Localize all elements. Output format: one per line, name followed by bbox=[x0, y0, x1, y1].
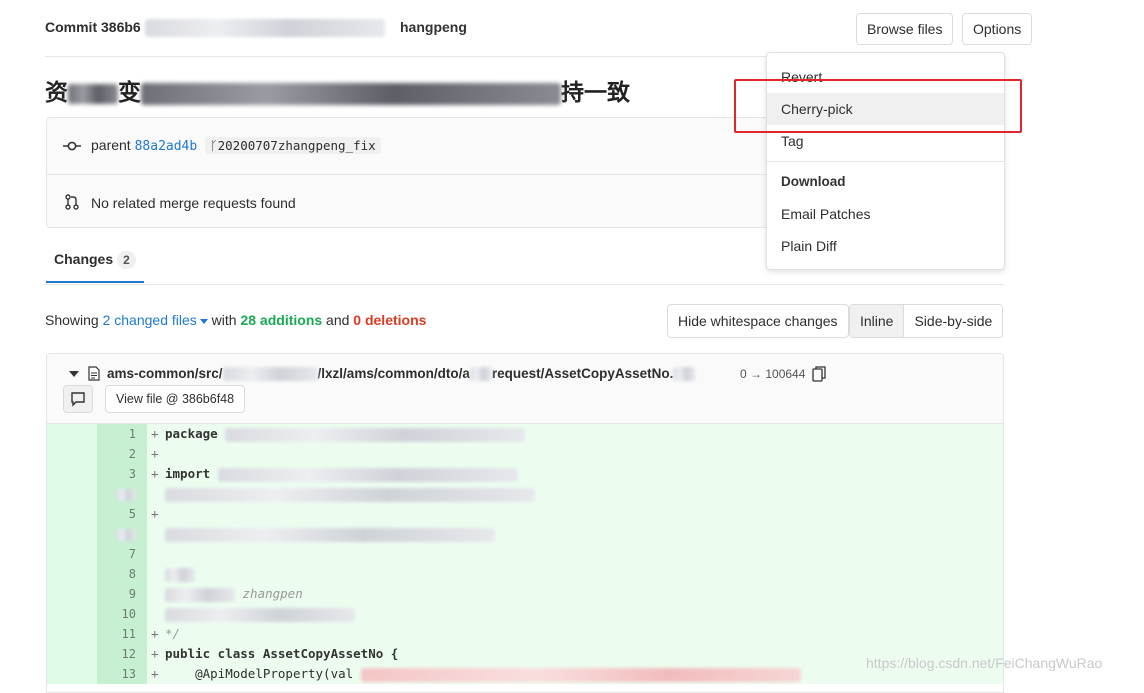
diff-code: 1 + package 2 + 3 + import 5 + 7 8 9 zhangpen … bbox=[47, 424, 1003, 684]
branch-icon: ᚴ bbox=[210, 138, 218, 153]
side-by-side-view-button[interactable]: Side-by-side bbox=[904, 305, 1003, 337]
code-line: 9 zhangpen bbox=[47, 584, 1003, 604]
deletions-count: 0 deletions bbox=[353, 312, 427, 328]
merge-request-icon bbox=[65, 194, 79, 210]
parent-info: parent 88a2ad4b ᚴ20200707zhangpeng_fix bbox=[91, 137, 381, 154]
file-mode-change: 0 → 100644 bbox=[740, 367, 806, 381]
collapse-toggle-icon[interactable] bbox=[69, 371, 79, 377]
menu-item-plain-diff[interactable]: Plain Diff bbox=[767, 230, 1004, 262]
view-file-button[interactable]: View file @ 386b6f48 bbox=[105, 385, 246, 413]
toggle-comments-button[interactable] bbox=[63, 385, 93, 413]
branch-tag[interactable]: ᚴ20200707zhangpeng_fix bbox=[205, 137, 381, 154]
highlight-annotation bbox=[734, 79, 1022, 133]
hide-whitespace-button[interactable]: Hide whitespace changes bbox=[667, 304, 849, 338]
diff-summary: Showing 2 changed files with 28 addition… bbox=[45, 312, 427, 328]
code-line bbox=[47, 524, 1003, 544]
tab-changes[interactable]: Changes 2 bbox=[46, 242, 144, 283]
diff-view-toggle: Inline Side-by-side bbox=[849, 304, 1004, 338]
changed-files-dropdown[interactable]: 2 changed files bbox=[103, 312, 208, 328]
options-button[interactable]: Options bbox=[962, 13, 1033, 63]
code-line: 3 + import bbox=[47, 464, 1003, 484]
file-path[interactable]: ams-common/src//lxzl/ams/common/dto/a req… bbox=[107, 366, 696, 382]
additions-count: 28 additions bbox=[240, 312, 323, 328]
code-line: 5 + bbox=[47, 504, 1003, 524]
commit-icon bbox=[63, 141, 81, 151]
menu-header-download: Download bbox=[781, 174, 846, 189]
menu-item-email-patches[interactable]: Email Patches bbox=[767, 198, 1004, 230]
commit-title: 资变持一致 bbox=[45, 79, 630, 105]
no-merge-requests-text: No related merge requests found bbox=[91, 195, 296, 211]
changes-count-badge: 2 bbox=[117, 251, 136, 269]
file-icon bbox=[88, 366, 100, 381]
commit-author[interactable]: hangpeng bbox=[400, 19, 467, 35]
code-line: 12 + public class AssetCopyAssetNo { bbox=[47, 644, 1003, 664]
code-line: 10 bbox=[47, 604, 1003, 624]
code-line bbox=[47, 484, 1003, 504]
code-line: 8 bbox=[47, 564, 1003, 584]
code-line: 13 + @ApiModelProperty(val bbox=[47, 664, 1003, 684]
file-header: ams-common/src//lxzl/ams/common/dto/a req… bbox=[47, 354, 1003, 424]
watermark: https://blog.csdn.net/FeiChangWuRao bbox=[866, 655, 1103, 671]
code-line: 2 + bbox=[47, 444, 1003, 464]
file-diff: ams-common/src//lxzl/ams/common/dto/a req… bbox=[46, 353, 1004, 693]
comment-icon bbox=[71, 392, 85, 407]
code-line: 7 bbox=[47, 544, 1003, 564]
code-line: 1 + package bbox=[47, 424, 1003, 444]
copy-icon[interactable] bbox=[812, 366, 826, 382]
menu-divider bbox=[767, 161, 1004, 162]
chevron-down-icon bbox=[199, 318, 208, 324]
browse-files-button[interactable]: Browse files bbox=[856, 13, 954, 45]
commit-hash: 386b6 bbox=[101, 19, 385, 38]
commit-header: Commit 386b6 hangpeng Browse files Optio… bbox=[45, 0, 1033, 63]
commit-label: Commit bbox=[45, 19, 98, 35]
code-line: 11 + */ bbox=[47, 624, 1003, 644]
inline-view-button[interactable]: Inline bbox=[850, 305, 905, 337]
parent-hash-link[interactable]: 88a2ad4b bbox=[135, 139, 198, 154]
